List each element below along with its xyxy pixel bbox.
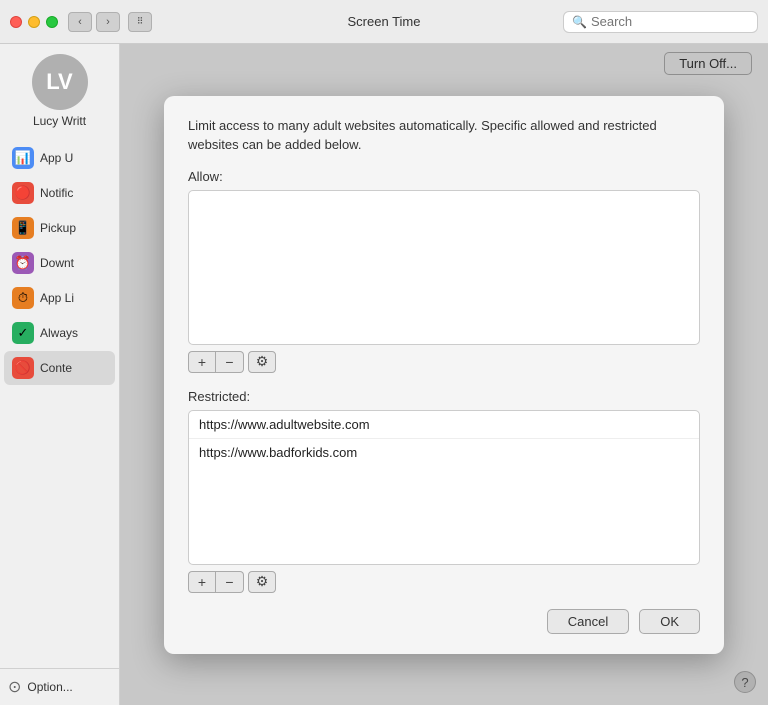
window-title: Screen Time xyxy=(348,14,421,29)
sidebar-label-downtime: Downt xyxy=(40,256,74,270)
sidebar-item-downtime[interactable]: ⏰ Downt xyxy=(4,246,115,280)
search-box[interactable]: 🔍 xyxy=(563,11,758,33)
sidebar-label-app-usage: App U xyxy=(40,151,73,165)
user-name: Lucy Writt xyxy=(0,114,119,128)
sidebar-items: 📊 App U 🔴 Notific 📱 Pickup ⏰ Downt ⏱ App Li ✓ Alway… xyxy=(0,140,119,668)
modal-dialog: Limit access to many adult websites auto… xyxy=(164,96,724,654)
allow-remove-button[interactable]: − xyxy=(216,351,244,373)
grid-button[interactable]: ⠿ xyxy=(128,12,152,32)
sidebar: LV Lucy Writt 📊 App U 🔴 Notific 📱 Pickup ⏰ Down… xyxy=(0,44,120,705)
app-usage-icon: 📊 xyxy=(12,147,34,169)
ok-button[interactable]: OK xyxy=(639,609,700,634)
search-icon: 🔍 xyxy=(572,15,587,29)
sidebar-label-notifications: Notific xyxy=(40,186,73,200)
restricted-gear-button[interactable]: ⚙ xyxy=(248,571,276,593)
options-icon: ⊙ xyxy=(8,677,21,697)
main-layout: LV Lucy Writt 📊 App U 🔴 Notific 📱 Pickup ⏰ Down… xyxy=(0,44,768,705)
list-item[interactable]: https://www.adultwebsite.com xyxy=(189,411,699,439)
close-button[interactable] xyxy=(10,16,22,28)
allow-list[interactable] xyxy=(188,190,700,345)
restricted-add-button[interactable]: + xyxy=(188,571,216,593)
sidebar-item-pickups[interactable]: 📱 Pickup xyxy=(4,211,115,245)
modal-overlay: Limit access to many adult websites auto… xyxy=(120,44,768,705)
sidebar-label-pickups: Pickup xyxy=(40,221,76,235)
back-button[interactable]: ‹ xyxy=(68,12,92,32)
modal-buttons: Cancel OK xyxy=(188,609,700,634)
maximize-button[interactable] xyxy=(46,16,58,28)
restricted-remove-button[interactable]: − xyxy=(216,571,244,593)
sidebar-label-always-on: Always xyxy=(40,326,78,340)
sidebar-label-app-limits: App Li xyxy=(40,291,74,305)
forward-button[interactable]: › xyxy=(96,12,120,32)
sidebar-item-app-limits[interactable]: ⏱ App Li xyxy=(4,281,115,315)
content-area: Turn Off... Limit access to many adult w… xyxy=(120,44,768,705)
sidebar-item-options[interactable]: ⊙ Option... xyxy=(0,668,119,705)
search-input[interactable] xyxy=(591,14,749,29)
downtime-icon: ⏰ xyxy=(12,252,34,274)
restricted-list-controls: + − ⚙ xyxy=(188,571,700,593)
sidebar-item-always-on[interactable]: ✓ Always xyxy=(4,316,115,350)
sidebar-label-content: Conte xyxy=(40,361,72,375)
titlebar: ‹ › ⠿ Screen Time 🔍 xyxy=(0,0,768,44)
app-limits-icon: ⏱ xyxy=(12,287,34,309)
content-icon: 🚫 xyxy=(12,357,34,379)
avatar: LV xyxy=(32,54,88,110)
sidebar-item-notifications[interactable]: 🔴 Notific xyxy=(4,176,115,210)
sidebar-item-content[interactable]: 🚫 Conte xyxy=(4,351,115,385)
cancel-button[interactable]: Cancel xyxy=(547,609,629,634)
options-label: Option... xyxy=(27,680,72,694)
always-on-icon: ✓ xyxy=(12,322,34,344)
nav-buttons: ‹ › xyxy=(68,12,120,32)
traffic-lights xyxy=(10,16,58,28)
pickups-icon: 📱 xyxy=(12,217,34,239)
list-item[interactable]: https://www.badforkids.com xyxy=(189,439,699,466)
sidebar-item-app-usage[interactable]: 📊 App U xyxy=(4,141,115,175)
minimize-button[interactable] xyxy=(28,16,40,28)
restricted-list[interactable]: https://www.adultwebsite.comhttps://www.… xyxy=(188,410,700,565)
modal-description: Limit access to many adult websites auto… xyxy=(188,116,700,155)
allow-label: Allow: xyxy=(188,169,700,184)
notifications-icon: 🔴 xyxy=(12,182,34,204)
allow-add-button[interactable]: + xyxy=(188,351,216,373)
restricted-label: Restricted: xyxy=(188,389,700,404)
allow-gear-button[interactable]: ⚙ xyxy=(248,351,276,373)
allow-list-controls: + − ⚙ xyxy=(188,351,700,373)
